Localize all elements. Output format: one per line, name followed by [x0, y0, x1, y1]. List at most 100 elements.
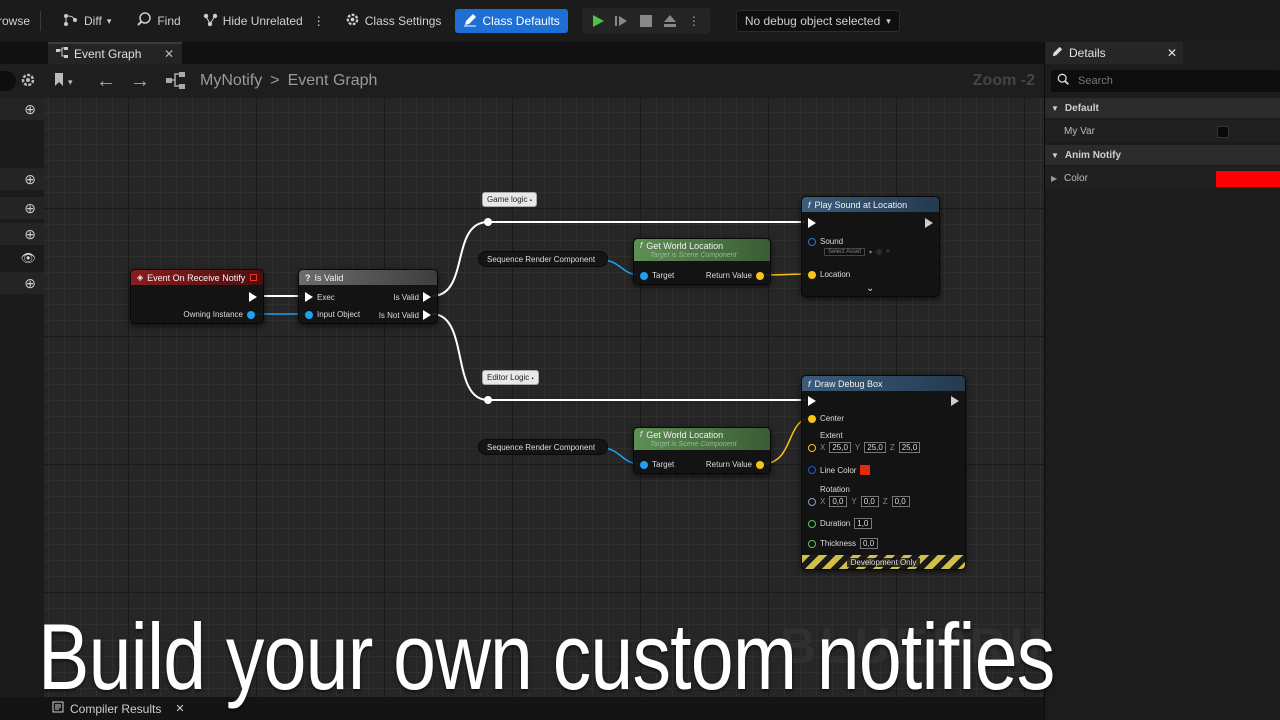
duration-pin[interactable]: Duration 1,0: [808, 518, 873, 529]
extent-x-input[interactable]: 25,0: [829, 442, 851, 453]
node-title-row: f Get World Location: [640, 430, 723, 440]
event-receive-notify-node[interactable]: ◈ Event On Receive Notify Owning Instanc…: [130, 269, 264, 324]
extent-z-input[interactable]: 25,0: [898, 442, 921, 453]
line-color-swatch[interactable]: [860, 465, 871, 475]
breadcrumb-current[interactable]: Event Graph: [288, 72, 378, 90]
chevron-right-icon[interactable]: ▶: [1051, 174, 1057, 183]
line-color-pin[interactable]: Line Color: [808, 465, 871, 475]
details-search[interactable]: Search: [1051, 70, 1280, 92]
sound-pin[interactable]: Sound: [808, 237, 843, 246]
exec-out-pin[interactable]: [951, 396, 959, 406]
play-icon[interactable]: [588, 11, 608, 31]
search-input[interactable]: Search: [1078, 75, 1113, 87]
rotation-x-input[interactable]: 0,0: [829, 496, 848, 507]
tab-details[interactable]: Details ✕: [1045, 42, 1183, 64]
vector-pin-icon: [756, 460, 764, 469]
step-icon[interactable]: [612, 11, 632, 31]
extent-y-input[interactable]: 25,0: [864, 442, 886, 453]
comment-label-game-logic[interactable]: Game logic ▪: [482, 192, 537, 207]
play-options-icon[interactable]: ⋮: [684, 11, 704, 31]
exec-out-pin[interactable]: [249, 292, 257, 302]
category-anim-notify[interactable]: ▼ Anim Notify: [1045, 145, 1280, 165]
select-asset-dropdown[interactable]: Select Asset: [824, 248, 866, 256]
pin-label: Return Value: [705, 460, 752, 469]
center-pin[interactable]: Center: [808, 414, 844, 423]
exec-in-pin[interactable]: [808, 218, 816, 228]
comment-text: Game logic: [487, 195, 528, 204]
sound-asset-picker[interactable]: Select Asset ▾ ◎ ⌕: [824, 248, 890, 256]
extent-pin[interactable]: Extent: [808, 431, 843, 440]
target-pin[interactable]: Target: [640, 460, 674, 469]
pin-label: Is Valid: [393, 292, 419, 302]
location-pin[interactable]: Location: [808, 270, 850, 279]
add-row[interactable]: ⊕: [0, 223, 44, 245]
node-subtitle: Target is Scene Component: [650, 440, 737, 448]
bookmark-button[interactable]: ▾: [54, 73, 73, 92]
diff-button[interactable]: Diff ▾: [57, 7, 117, 35]
gear-icon[interactable]: [20, 72, 36, 93]
get-world-location-node[interactable]: f Get World Location Target is Scene Com…: [633, 427, 771, 474]
sequence-render-component-getter[interactable]: Sequence Render Component: [478, 439, 608, 455]
color-swatch[interactable]: [1216, 171, 1280, 187]
exec-in-pin[interactable]: Exec: [305, 292, 335, 302]
hide-unrelated-button[interactable]: Hide Unrelated: [197, 7, 309, 35]
owning-instance-pin[interactable]: Owning Instance: [183, 310, 255, 319]
tab-event-graph[interactable]: Event Graph ✕: [48, 42, 182, 64]
duration-input[interactable]: 1,0: [854, 518, 873, 529]
function-icon: f: [640, 430, 643, 439]
add-row[interactable]: ⊕: [0, 98, 44, 120]
forward-arrow-icon[interactable]: →: [130, 70, 150, 93]
is-valid-exec-pin[interactable]: Is Valid: [393, 292, 431, 302]
is-not-valid-exec-pin[interactable]: Is Not Valid: [379, 310, 431, 320]
play-sound-at-location-node[interactable]: f Play Sound at Location Sound Select As…: [801, 196, 940, 297]
exec-in-pin[interactable]: [808, 396, 816, 406]
is-valid-node[interactable]: ? Is Valid Exec Is Valid Input Object Is…: [298, 269, 438, 324]
close-icon[interactable]: ✕: [164, 47, 174, 61]
close-icon[interactable]: ✕: [1167, 46, 1177, 60]
my-var-color-swatch[interactable]: [1217, 126, 1229, 138]
comment-label-editor-logic[interactable]: Editor Logic ▪: [482, 370, 539, 385]
draw-debug-box-node[interactable]: f Draw Debug Box Center Extent X 25,0 Y …: [801, 375, 966, 570]
chevron-down-icon: ▾: [869, 249, 873, 256]
stop-icon[interactable]: [636, 11, 656, 31]
browse-button[interactable]: rowse: [0, 7, 36, 35]
target-pin[interactable]: Target: [640, 271, 674, 280]
color-pin-icon: [808, 466, 816, 474]
thickness-pin[interactable]: Thickness 0,0: [808, 538, 879, 549]
node-header: ? Is Valid: [299, 270, 437, 285]
browse-icon[interactable]: ⌕: [886, 248, 890, 256]
more-options-icon[interactable]: ⋮: [309, 7, 329, 35]
find-button[interactable]: Find: [131, 7, 186, 35]
input-object-pin[interactable]: Input Object: [305, 310, 360, 319]
delegate-pin-icon[interactable]: [250, 274, 257, 281]
property-label: My Var: [1064, 125, 1095, 137]
eject-icon[interactable]: [660, 11, 680, 31]
property-row-my-var: My Var: [1045, 120, 1280, 142]
rotation-pin[interactable]: Rotation: [808, 485, 850, 494]
exec-pin-icon: [925, 218, 933, 228]
class-settings-button[interactable]: Class Settings: [339, 7, 448, 35]
debug-object-label: No debug object selected: [744, 14, 881, 28]
diff-icon: [63, 13, 79, 30]
get-world-location-node[interactable]: f Get World Location Target is Scene Com…: [633, 238, 771, 285]
return-value-pin[interactable]: Return Value: [706, 271, 764, 280]
add-row[interactable]: ⊕: [0, 272, 44, 294]
panel-handle[interactable]: [0, 71, 16, 91]
exec-pin-icon: [249, 292, 257, 302]
breadcrumb-root[interactable]: MyNotify: [200, 72, 262, 90]
debug-object-select[interactable]: No debug object selected ▾: [735, 10, 900, 32]
back-arrow-icon[interactable]: ←: [96, 70, 116, 93]
expand-pins-button[interactable]: ⌄: [866, 283, 874, 294]
exec-out-pin[interactable]: [925, 218, 933, 228]
visibility-row[interactable]: 👁: [0, 247, 44, 269]
add-row[interactable]: ⊕: [0, 197, 44, 219]
rotation-y-input[interactable]: 0,0: [860, 496, 879, 507]
sequence-render-component-getter[interactable]: Sequence Render Component: [478, 251, 608, 267]
return-value-pin[interactable]: Return Value: [706, 460, 764, 469]
use-selected-icon[interactable]: ◎: [876, 248, 882, 256]
thickness-input[interactable]: 0,0: [860, 538, 879, 549]
category-default[interactable]: ▼ Default: [1045, 98, 1280, 118]
rotation-z-input[interactable]: 0,0: [891, 496, 910, 507]
add-row[interactable]: ⊕: [0, 168, 44, 190]
class-defaults-button[interactable]: Class Defaults: [455, 9, 568, 33]
